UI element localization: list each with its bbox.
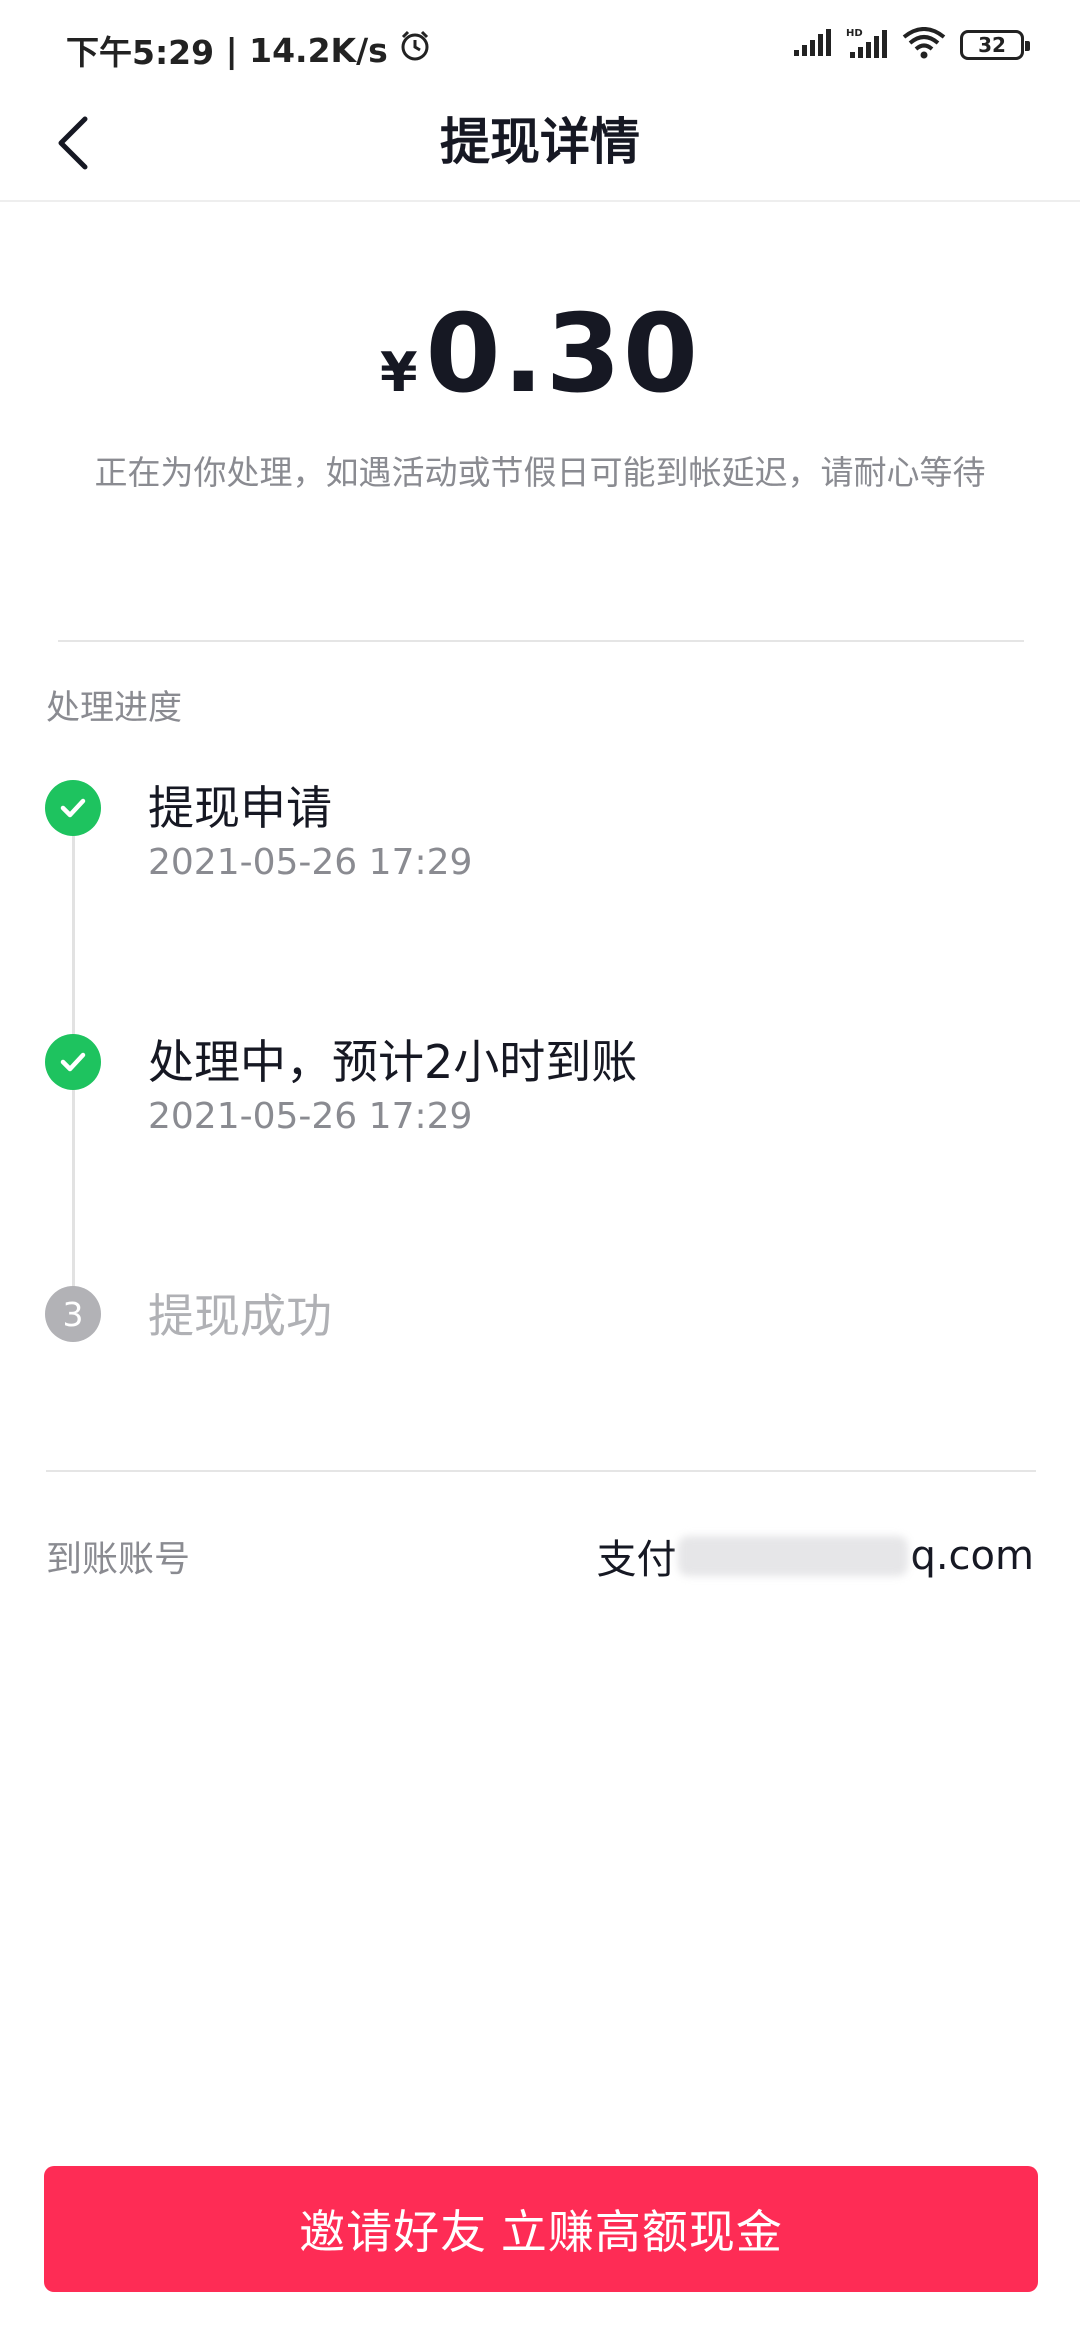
- wifi-icon: [902, 27, 946, 63]
- account-label: 到账账号: [46, 1539, 191, 1580]
- invite-friends-button[interactable]: 邀请好友 立赚高额现金: [44, 2166, 1038, 2292]
- network-speed: 14.2K/s: [249, 30, 388, 70]
- currency-symbol: ¥: [379, 341, 418, 404]
- status-separator: |: [214, 30, 250, 70]
- step-3-title: 提现成功: [148, 1289, 332, 1343]
- step-2-time: 2021-05-26 17:29: [148, 1096, 473, 1137]
- step-1-time: 2021-05-26 17:29: [148, 842, 473, 883]
- divider: [46, 1470, 1036, 1472]
- header: 提现详情: [0, 90, 1080, 202]
- account-value: 支付 q.com: [596, 1527, 1034, 1585]
- step-2-title: 处理中，预计2小时到账: [148, 1035, 638, 1089]
- status-time: 下午5:29: [66, 33, 215, 72]
- step-1-title: 提现申请: [148, 781, 332, 835]
- alarm-icon: [398, 29, 432, 71]
- progress-section-label: 处理进度: [46, 688, 182, 728]
- account-suffix: q.com: [910, 1533, 1034, 1579]
- divider: [58, 640, 1024, 642]
- step-2-check-icon: [45, 1034, 101, 1090]
- amount-value: 0.30: [425, 292, 701, 417]
- account-prefix: 支付: [596, 1537, 677, 1583]
- page-title: 提现详情: [440, 113, 640, 171]
- step-1-check-icon: [45, 780, 101, 836]
- status-right: HD 32: [792, 26, 1030, 64]
- status-bar: 下午5:29 | 14.2K/s HD 32: [0, 0, 1080, 90]
- redacted-account: [678, 1536, 909, 1576]
- battery-icon: 32: [960, 30, 1030, 60]
- svg-text:HD: HD: [846, 28, 863, 39]
- signal-icon: [792, 28, 832, 62]
- hd-signal-icon: HD: [846, 26, 888, 64]
- step-3-number-badge: 3: [45, 1286, 101, 1342]
- status-left: 下午5:29 | 14.2K/s: [66, 26, 432, 74]
- withdraw-amount: ¥0.30: [0, 290, 1080, 451]
- processing-notice: 正在为你处理，如遇活动或节假日可能到帐延迟，请耐心等待: [94, 453, 986, 492]
